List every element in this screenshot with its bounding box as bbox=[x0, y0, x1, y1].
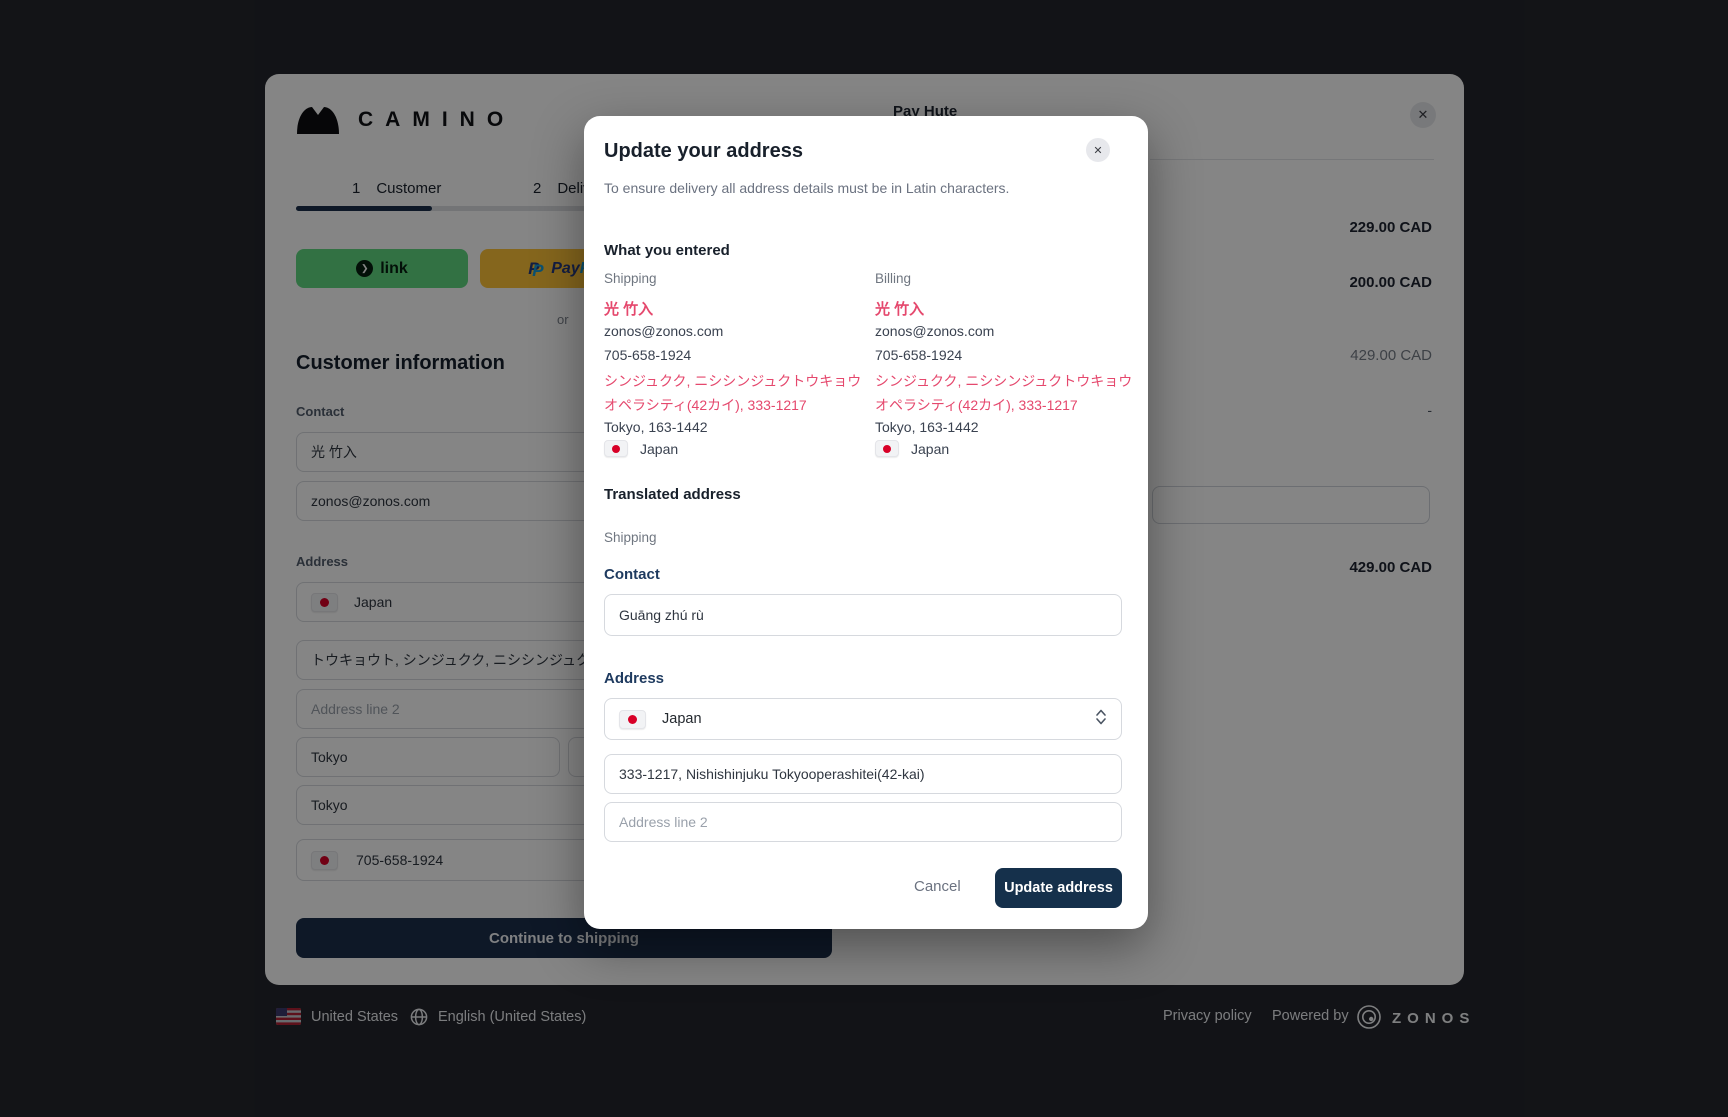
update-address-button[interactable]: Update address bbox=[995, 868, 1122, 908]
chevron-up-down-icon bbox=[1095, 708, 1107, 731]
entered-shipping-phone: 705-658-1924 bbox=[604, 347, 691, 363]
entered-billing-email: zonos@zonos.com bbox=[875, 323, 994, 339]
japan-flag-icon bbox=[604, 440, 628, 457]
translated-address-line1-input[interactable] bbox=[604, 754, 1122, 794]
entered-billing-label: Billing bbox=[875, 271, 911, 286]
translated-contact-label: Contact bbox=[604, 566, 660, 583]
translated-country-select[interactable]: Japan bbox=[604, 698, 1122, 740]
translated-contact-input[interactable] bbox=[604, 594, 1122, 636]
japan-flag-icon bbox=[875, 440, 899, 457]
entered-shipping-country: Japan bbox=[604, 440, 678, 457]
entered-billing-address-line1: シンジュクク, ニシシンジュクトウキョウ bbox=[875, 371, 1132, 391]
translated-shipping-label: Shipping bbox=[604, 530, 657, 545]
entered-billing-country: Japan bbox=[875, 440, 949, 457]
entered-shipping-city-postal: Tokyo, 163-1442 bbox=[604, 419, 708, 435]
translated-heading: Translated address bbox=[604, 486, 741, 503]
entered-shipping-label: Shipping bbox=[604, 271, 657, 286]
entered-billing-address-line2: オペラシティ(42カイ), 333-1217 bbox=[875, 395, 1078, 415]
modal-title: Update your address bbox=[604, 140, 803, 163]
close-icon: ✕ bbox=[1093, 144, 1102, 157]
modal-subtitle: To ensure delivery all address details m… bbox=[604, 180, 1009, 196]
update-address-modal: Update your address ✕ To ensure delivery… bbox=[584, 116, 1148, 929]
translated-address-label: Address bbox=[604, 670, 664, 687]
entered-heading: What you entered bbox=[604, 242, 730, 259]
entered-billing-phone: 705-658-1924 bbox=[875, 347, 962, 363]
entered-shipping-address-line2: オペラシティ(42カイ), 333-1217 bbox=[604, 395, 807, 415]
entered-billing-name: 光 竹入 bbox=[875, 298, 924, 319]
modal-close-button[interactable]: ✕ bbox=[1086, 138, 1110, 162]
cancel-button[interactable]: Cancel bbox=[914, 878, 961, 895]
translated-country-value: Japan bbox=[662, 711, 702, 727]
entered-shipping-name: 光 竹入 bbox=[604, 298, 653, 319]
translated-address-line2-input[interactable] bbox=[604, 802, 1122, 842]
entered-billing-city-postal: Tokyo, 163-1442 bbox=[875, 419, 979, 435]
japan-flag-icon bbox=[619, 710, 646, 729]
entered-shipping-email: zonos@zonos.com bbox=[604, 323, 723, 339]
entered-shipping-address-line1: シンジュクク, ニシシンジュクトウキョウ bbox=[604, 371, 861, 391]
